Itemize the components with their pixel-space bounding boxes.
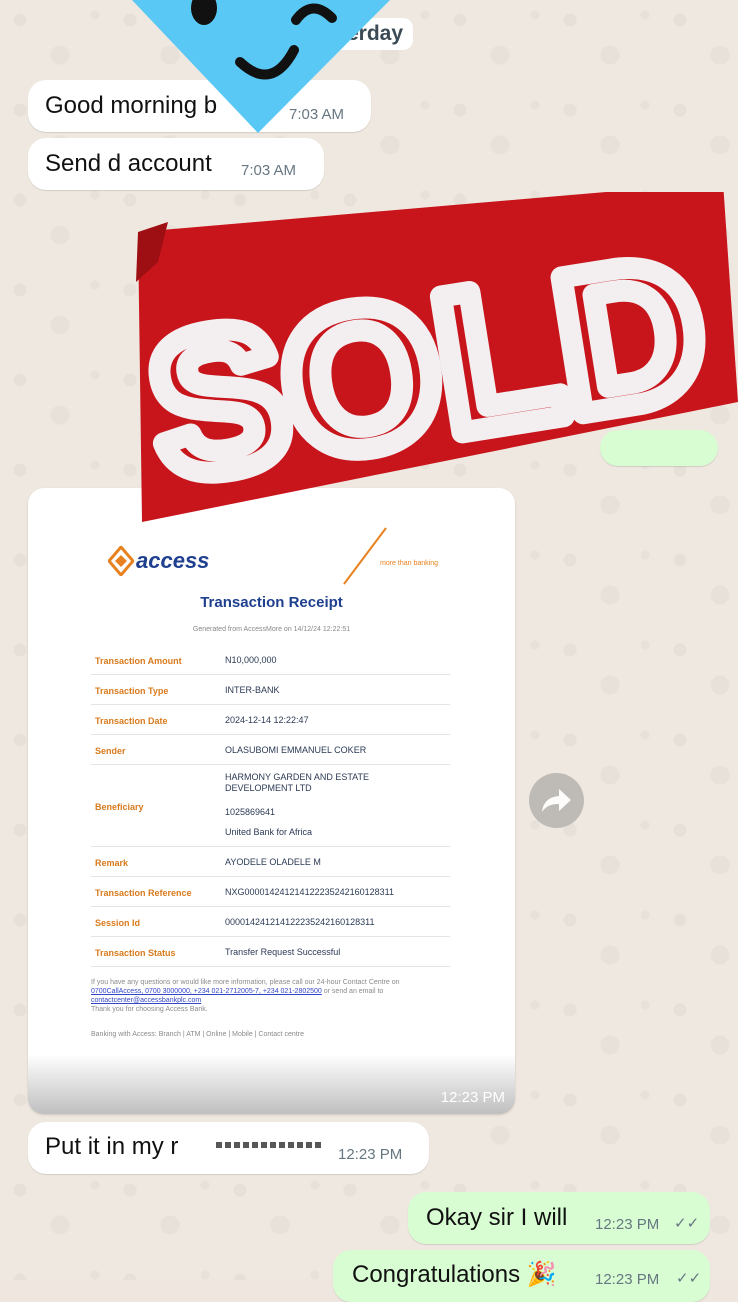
row-label: Transaction Reference — [95, 888, 192, 898]
row-value: NXG000014241214122235242160128311 — [225, 887, 394, 897]
row-label: Session Id — [95, 918, 141, 928]
footer-phone-links[interactable]: 0700CallAccess, 0700 3000000, +234 021-2… — [91, 988, 322, 995]
sold-sticker: SOLD — [125, 182, 738, 533]
outgoing-message[interactable]: Okay sir I will 12:23 PM ✓✓ — [408, 1192, 710, 1244]
footer-text: If you have any questions or would like … — [91, 979, 400, 986]
obscured-text — [216, 1142, 321, 1148]
row-label: Remark — [95, 858, 129, 868]
message-text: Send d account — [45, 150, 212, 177]
row-label: Transaction Date — [95, 716, 168, 726]
message-time: 12:23 PM — [440, 1089, 505, 1106]
double-check-icon: ✓✓ — [676, 1270, 702, 1287]
message-time: 12:23 PM — [595, 1216, 660, 1233]
double-check-icon: ✓✓ — [674, 1215, 700, 1232]
outgoing-message[interactable]: Congratulations 🎉 12:23 PM ✓✓ — [333, 1250, 710, 1302]
receipt-row: Beneficiary HARMONY GARDEN AND ESTATE DE… — [91, 766, 450, 847]
row-value: 2024-12-14 12:22:47 — [225, 715, 309, 725]
incoming-message[interactable]: Send d account 7:03 AM — [28, 138, 324, 190]
footer-email-link[interactable]: contactcenter@accessbankplc.com — [91, 997, 201, 1004]
receipt-row: Transaction Amount N10,000,000 — [91, 646, 450, 675]
row-value: N10,000,000 — [225, 655, 277, 665]
receipt-title: Transaction Receipt — [200, 594, 343, 611]
winking-face-overlay-icon — [132, 0, 390, 133]
row-label: Sender — [95, 746, 126, 756]
forward-button[interactable] — [529, 773, 584, 828]
receipt-row: Session Id 00001424121412223524216012831… — [91, 908, 450, 937]
transaction-receipt-document: access more than banking Transaction Rec… — [28, 488, 515, 1114]
row-value: AYODELE OLADELE M — [225, 857, 321, 867]
receipt-row: Transaction Date 2024-12-14 12:22:47 — [91, 706, 450, 735]
row-label: Transaction Type — [95, 686, 169, 696]
bank-brand: access — [136, 548, 210, 573]
receipt-row: Sender OLASUBOMI EMMANUEL COKER — [91, 736, 450, 765]
row-label: Transaction Amount — [95, 656, 182, 666]
bank-tagline: more than banking — [380, 560, 438, 567]
footer-thanks: Thank you for choosing Access Bank. — [91, 1006, 208, 1013]
receipt-row: Transaction Status Transfer Request Succ… — [91, 938, 450, 967]
row-label: Beneficiary — [95, 802, 144, 812]
access-logo-icon — [108, 546, 134, 576]
message-text: Okay sir I will — [426, 1204, 568, 1231]
message-text: Congratulations 🎉 — [352, 1261, 557, 1288]
message-time: 12:23 PM — [338, 1146, 403, 1163]
receipt-row: Transaction Reference NXG000014241214122… — [91, 878, 450, 907]
forward-icon — [542, 789, 571, 812]
receipt-row: Remark AYODELE OLADELE M — [91, 848, 450, 877]
footer-banking: Banking with Access: Branch | ATM | Onli… — [91, 1031, 304, 1038]
row-label: Transaction Status — [95, 948, 176, 958]
row-value: Transfer Request Successful — [225, 947, 341, 957]
row-value: OLASUBOMI EMMANUEL COKER — [225, 745, 367, 755]
receipt-generated: Generated from AccessMore on 14/12/24 12… — [192, 626, 351, 633]
footer-text: or send an email to — [323, 988, 384, 995]
incoming-message[interactable]: Put it in my r 12:23 PM — [28, 1122, 429, 1174]
row-value: INTER-BANK — [225, 685, 280, 695]
row-value: HARMONY GARDEN AND ESTATE DEVELOPMENT LT… — [225, 772, 370, 793]
brand-slash-icon — [343, 527, 387, 585]
receipt-row: Transaction Type INTER-BANK — [91, 676, 450, 705]
receipt-image-message[interactable]: access more than banking Transaction Rec… — [28, 488, 515, 1114]
row-value: 1025869641 — [225, 807, 276, 817]
row-value: United Bank for Africa — [225, 827, 313, 837]
message-time: 7:03 AM — [241, 162, 297, 179]
receipt-footer: If you have any questions or would like … — [91, 978, 461, 1014]
row-value: 000014241214122235242160128311 — [225, 917, 375, 927]
message-text: Put it in my r — [45, 1133, 179, 1160]
